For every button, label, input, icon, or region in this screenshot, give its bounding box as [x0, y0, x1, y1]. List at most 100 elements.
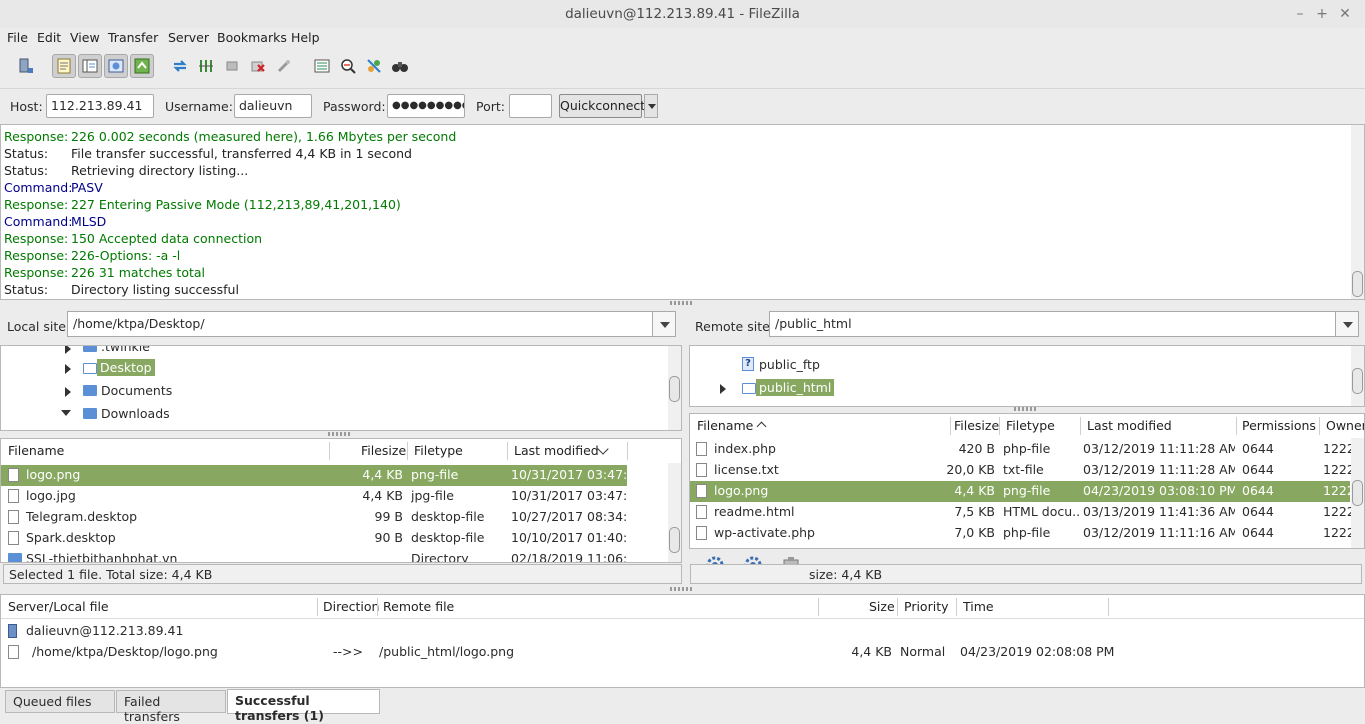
- toggle-queue-icon[interactable]: [130, 54, 154, 78]
- remote-file-list[interactable]: Filename Filesize Filetype Last modified…: [689, 413, 1365, 549]
- local-tree-scrollbar[interactable]: [668, 346, 681, 430]
- remote-path-combo[interactable]: /public_html: [769, 311, 1337, 337]
- col-remote-file[interactable]: Remote file: [383, 595, 454, 619]
- splitter-handle[interactable]: [670, 301, 694, 305]
- col-filetype[interactable]: Filetype: [414, 439, 463, 463]
- local-file-row[interactable]: logo.png4,4 KBpng-file10/31/2017 03:47:.…: [1, 465, 627, 486]
- tree-node-selected[interactable]: Desktop: [65, 359, 185, 379]
- password-input[interactable]: ●●●●●●●●●●: [387, 94, 465, 118]
- local-file-row[interactable]: SSL-thietbithanhphat.vn Directory 02/18/20…: [1, 549, 667, 562]
- file-icon: [8, 489, 19, 503]
- queue-item-row[interactable]: /home/ktpa/Desktop/logo.png -->> /public…: [1, 642, 1364, 663]
- col-filename[interactable]: Filename: [8, 439, 64, 463]
- local-path-combo[interactable]: /home/ktpa/Desktop/: [67, 311, 655, 337]
- search-icon[interactable]: [388, 54, 412, 78]
- scroll-thumb[interactable]: [669, 376, 680, 402]
- local-file-list[interactable]: Filename Filesize Filetype Last modified…: [0, 438, 682, 563]
- remote-file-row[interactable]: wp-activate.php 7,0 KB php-file 03/12/2019 …: [690, 523, 1353, 544]
- expand-arrow-icon[interactable]: [65, 387, 76, 397]
- collapse-arrow-icon[interactable]: [61, 410, 71, 421]
- menu-server[interactable]: Server: [168, 30, 209, 45]
- col-time[interactable]: Time: [963, 595, 994, 619]
- menu-edit[interactable]: Edit: [37, 30, 61, 45]
- log-scrollbar-thumb[interactable]: [1352, 271, 1363, 297]
- quickconnect-button[interactable]: Quickconnect: [559, 94, 645, 118]
- username-input[interactable]: dalieuvn: [234, 94, 312, 118]
- splitter-handle[interactable]: [1014, 407, 1038, 411]
- sort-asc-icon[interactable]: [756, 421, 767, 432]
- menu-view[interactable]: View: [70, 30, 100, 45]
- menu-transfer[interactable]: Transfer: [108, 30, 158, 45]
- remote-dir-tree[interactable]: ? public_ftp public_html: [689, 345, 1365, 407]
- transfer-queue[interactable]: Server/Local file Direction Remote file …: [0, 594, 1365, 688]
- remote-file-row[interactable]: logo.png 4,4 KB png-file 04/23/2019 03:08:1…: [690, 481, 1353, 502]
- filter-icon[interactable]: [310, 54, 334, 78]
- menu-help[interactable]: Help: [291, 30, 320, 45]
- remote-tree-scrollbar[interactable]: [1351, 346, 1364, 406]
- remote-file-row[interactable]: license.txt 20,0 KB txt-file 03/12/2019 11:…: [690, 460, 1353, 481]
- menu-bookmarks[interactable]: Bookmarks: [217, 30, 287, 45]
- local-list-scrollbar[interactable]: [668, 463, 681, 562]
- expand-arrow-icon[interactable]: [65, 364, 76, 374]
- sync-browse-icon[interactable]: [362, 54, 386, 78]
- col-filename[interactable]: Filename: [697, 414, 753, 438]
- col-last-modified[interactable]: Last modified: [1087, 414, 1172, 438]
- log-kind: Response:: [4, 231, 69, 246]
- col-direction[interactable]: Direction: [323, 595, 379, 619]
- compare-icon[interactable]: [336, 54, 360, 78]
- site-manager-icon[interactable]: [14, 54, 38, 78]
- stop-icon[interactable]: [220, 54, 244, 78]
- remote-file-row[interactable]: index.php 420 Bphp-file 03/12/2019 11:11:2…: [690, 439, 1353, 460]
- queue-header: Server/Local file Direction Remote file …: [1, 595, 1364, 619]
- quickconnect-dropdown[interactable]: [644, 94, 658, 118]
- col-filesize[interactable]: Filesize: [361, 439, 406, 463]
- col-priority[interactable]: Priority: [904, 595, 949, 619]
- log-text: 226 0.002 seconds (measured here), 1.66 …: [71, 129, 457, 144]
- expand-arrow-icon[interactable]: [720, 384, 731, 394]
- local-file-row[interactable]: Spark.desktop 90 Bdesktop-file 10/10/2017 …: [1, 528, 667, 549]
- tab-queued-files[interactable]: Queued files: [5, 690, 115, 713]
- maximize-icon[interactable]: +: [1312, 4, 1332, 24]
- queue-server-row[interactable]: dalieuvn@112.213.89.41: [1, 621, 1364, 642]
- col-size[interactable]: Size: [869, 595, 895, 619]
- cancel-icon[interactable]: [246, 54, 270, 78]
- local-path-dropdown[interactable]: [652, 311, 676, 337]
- minimize-icon[interactable]: –: [1290, 4, 1310, 24]
- menu-bar: File Edit View Transfer Server Bookmarks…: [0, 28, 1365, 48]
- sort-desc-icon[interactable]: [597, 443, 609, 455]
- menu-file[interactable]: File: [7, 30, 28, 45]
- process-queue-icon[interactable]: [194, 54, 218, 78]
- message-log[interactable]: Response: 226 0.002 seconds (measured her…: [0, 124, 1365, 300]
- local-file-row[interactable]: Telegram.desktop 99 Bdesktop-file 10/27/20…: [1, 507, 667, 528]
- col-filesize[interactable]: Filesize: [954, 414, 999, 438]
- port-input[interactable]: [509, 94, 552, 118]
- local-dir-tree[interactable]: .twinkle Desktop Documents Downloads: [0, 345, 682, 431]
- col-filetype[interactable]: Filetype: [1006, 414, 1055, 438]
- close-icon[interactable]: ✕: [1335, 4, 1355, 24]
- tree-node-selected[interactable]: public_html: [720, 379, 835, 399]
- port-label: Port:: [476, 99, 505, 114]
- toggle-dir-tree-icon[interactable]: [78, 54, 102, 78]
- splitter-handle[interactable]: [328, 432, 352, 436]
- scroll-thumb[interactable]: [1352, 368, 1363, 394]
- file-icon: [696, 442, 707, 456]
- scroll-thumb[interactable]: [669, 527, 680, 553]
- col-last-modified[interactable]: Last modified: [514, 439, 599, 463]
- tab-successful-transfers[interactable]: Successful transfers (1): [227, 689, 380, 723]
- tab-failed-transfers[interactable]: Failed transfers: [116, 690, 226, 724]
- col-server-local-file[interactable]: Server/Local file: [8, 595, 109, 619]
- toggle-remote-tree-icon[interactable]: [104, 54, 128, 78]
- refresh-icon[interactable]: [168, 54, 192, 78]
- remote-list-scrollbar[interactable]: [1351, 438, 1364, 548]
- local-file-row[interactable]: logo.jpg4,4 KBjpg-file10/31/2017 03:47:.…: [1, 486, 667, 507]
- scroll-thumb[interactable]: [1352, 480, 1363, 506]
- host-input[interactable]: 112.213.89.41: [46, 94, 154, 118]
- toggle-log-icon[interactable]: [52, 54, 76, 78]
- remote-file-row[interactable]: readme.html 7,5 KB HTML docu... 03/13/2019 …: [690, 502, 1353, 523]
- log-scrollbar[interactable]: [1351, 125, 1364, 299]
- disconnect-icon[interactable]: [272, 54, 296, 78]
- remote-path-dropdown[interactable]: [1335, 311, 1359, 337]
- col-permissions[interactable]: Permissions: [1242, 414, 1316, 438]
- col-owner[interactable]: Owner/: [1326, 414, 1364, 438]
- splitter-handle[interactable]: [670, 587, 694, 591]
